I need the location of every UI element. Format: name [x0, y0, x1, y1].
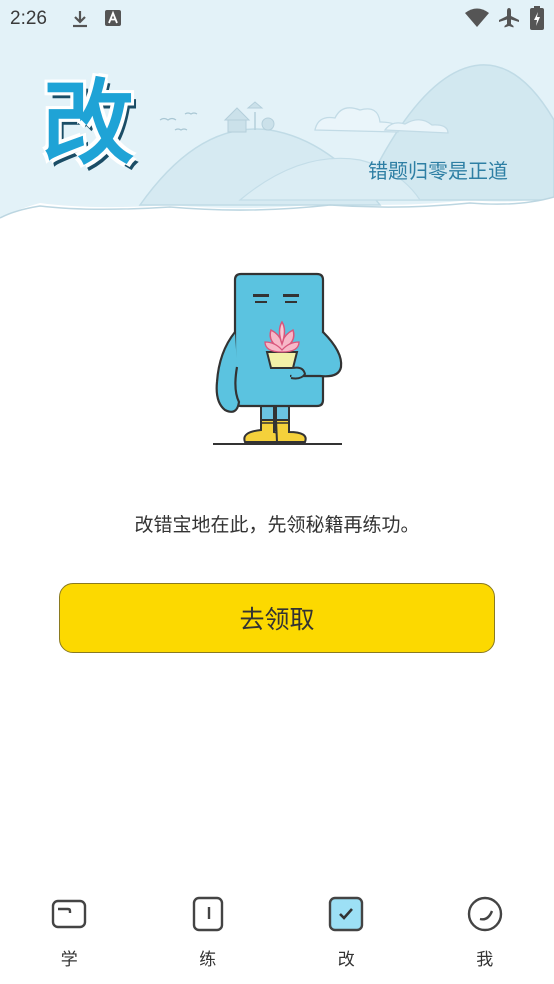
nav-label-learn: 学 — [60, 950, 78, 970]
bottom-nav: 学 练 改 我 — [0, 895, 554, 984]
nav-label-me: 我 — [476, 950, 494, 970]
font-a-icon — [105, 10, 121, 26]
nav-label-correct: 改 — [337, 950, 355, 970]
book-icon — [52, 899, 87, 929]
nav-item-learn[interactable]: 学 — [0, 895, 139, 984]
practice-icon — [192, 896, 223, 932]
header-slogan: 错题归零是正道 — [368, 159, 508, 183]
page-title-char: 改 — [42, 70, 135, 177]
nav-item-practice[interactable]: 练 — [139, 895, 278, 984]
status-time: 2:26 — [10, 8, 47, 29]
check-box-icon — [329, 896, 364, 932]
download-icon — [73, 11, 87, 28]
mascot-illustration — [213, 272, 343, 445]
wifi-icon — [465, 8, 489, 27]
airplane-icon — [499, 8, 519, 28]
status-bar: 2:26 — [0, 0, 554, 38]
nav-item-me[interactable]: 我 — [416, 895, 554, 984]
claim-button[interactable]: 去领取 — [59, 583, 495, 653]
battery-charging-icon — [530, 6, 544, 30]
empty-state-message: 改错宝地在此，先领秘籍再练功。 — [134, 514, 420, 536]
clock-icon — [467, 896, 502, 932]
nav-item-correct[interactable]: 改 — [277, 895, 416, 984]
nav-label-practice: 练 — [199, 950, 217, 970]
